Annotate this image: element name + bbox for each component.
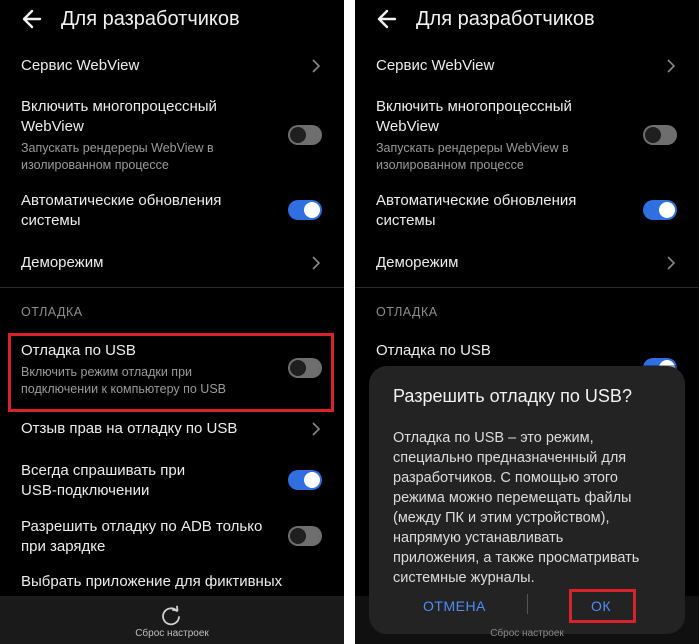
cancel-button[interactable]: ОТМЕНА bbox=[423, 598, 486, 614]
dialog-message-line: (между ПК и этим устройством), bbox=[393, 510, 610, 526]
setting-label: Отзыв прав на отладку по USB bbox=[21, 420, 238, 437]
dialog-message-line: приложения, а также просматривать bbox=[393, 550, 640, 566]
setting-label: WebView bbox=[21, 118, 84, 135]
chevron-right-icon bbox=[667, 256, 676, 270]
dialog-title: Разрешить отладку по USB? bbox=[393, 386, 632, 406]
page-title: Для разработчиков bbox=[416, 8, 595, 30]
section-divider bbox=[0, 287, 344, 288]
toggle-switch[interactable] bbox=[288, 470, 322, 490]
app-header: Для разработчиков bbox=[355, 0, 699, 40]
setting-label: Автоматические обновления bbox=[21, 192, 222, 209]
app-header: Для разработчиков bbox=[0, 0, 344, 40]
setting-label: при зарядке bbox=[21, 538, 106, 555]
dialog-message-line: режима можно перемещать файлы bbox=[393, 490, 632, 506]
setting-label: Разрешить отладку по ADB только bbox=[21, 518, 263, 535]
highlight-box bbox=[569, 589, 636, 623]
chevron-right-icon bbox=[667, 59, 676, 73]
setting-label: Деморежим bbox=[376, 254, 459, 271]
setting-description: изолированном процессе bbox=[376, 158, 524, 172]
setting-label: системы bbox=[376, 212, 436, 229]
setting-label: Включить многопроцессный bbox=[21, 98, 217, 115]
back-arrow-icon[interactable] bbox=[18, 4, 48, 34]
dialog-message-line: Отладка по USB – это режим, bbox=[393, 430, 594, 446]
setting-label: Выбрать приложение для фиктивных bbox=[21, 573, 283, 590]
page-title: Для разработчиков bbox=[61, 8, 240, 30]
section-header: ОТЛАДКА bbox=[21, 305, 83, 319]
setting-label: USB-подключении bbox=[21, 482, 150, 499]
setting-label: Сервис WebView bbox=[376, 57, 495, 74]
chevron-right-icon bbox=[312, 59, 321, 73]
setting-label: WebView bbox=[376, 118, 439, 135]
settings-screen-right: Для разработчиков Сервис WebView Включит… bbox=[355, 0, 699, 644]
toggle-switch[interactable] bbox=[288, 125, 322, 145]
setting-description: Запускать рендереры WebView в bbox=[21, 141, 214, 155]
toggle-switch[interactable] bbox=[643, 125, 677, 145]
usb-debug-dialog: Разрешить отладку по USB? Отладка по USB… bbox=[369, 366, 685, 634]
chevron-right-icon bbox=[312, 256, 321, 270]
setting-label: Автоматические обновления bbox=[376, 192, 577, 209]
highlight-box bbox=[8, 333, 334, 412]
section-divider bbox=[355, 287, 699, 288]
button-separator bbox=[527, 594, 528, 614]
setting-label: Сервис WebView bbox=[21, 57, 140, 74]
setting-label: Отладка по USB bbox=[376, 342, 491, 359]
setting-label: Всегда спрашивать при bbox=[21, 462, 186, 479]
dialog-message: Отладка по USB – это режим, специально п… bbox=[393, 428, 665, 588]
dialog-message-line: напрямую устанавливать bbox=[393, 530, 564, 546]
section-header: ОТЛАДКА bbox=[376, 305, 438, 319]
setting-description: изолированном процессе bbox=[21, 158, 169, 172]
setting-label: Включить многопроцессный bbox=[376, 98, 572, 115]
toggle-switch[interactable] bbox=[643, 200, 677, 220]
dialog-message-line: системные журналы. bbox=[393, 570, 535, 586]
back-arrow-icon[interactable] bbox=[373, 4, 403, 34]
setting-label: системы bbox=[21, 212, 81, 229]
toggle-switch[interactable] bbox=[288, 200, 322, 220]
chevron-right-icon bbox=[312, 422, 321, 436]
toggle-switch[interactable] bbox=[288, 526, 322, 546]
settings-screen-left: Для разработчиков Сервис WebView Включит… bbox=[0, 0, 344, 644]
dialog-message-line: специально предназначенный для bbox=[393, 450, 627, 466]
setting-description: Запускать рендереры WebView в bbox=[376, 141, 569, 155]
reset-settings-button[interactable]: Сброс настроек bbox=[355, 628, 699, 639]
setting-label: Деморежим bbox=[21, 254, 104, 271]
reset-settings-button[interactable]: Сброс настроек bbox=[0, 628, 344, 639]
dialog-message-line: разработчиков. С помощью этого bbox=[393, 470, 618, 486]
reset-icon[interactable] bbox=[160, 605, 182, 627]
